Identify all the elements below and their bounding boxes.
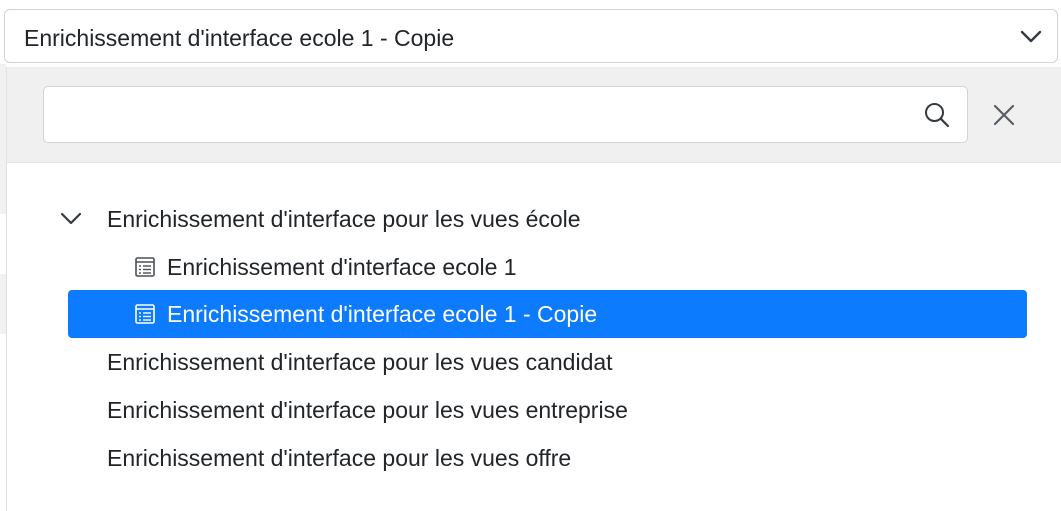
search-bar [7,67,1061,163]
tree-select-trigger[interactable]: Enrichissement d'interface ecole 1 - Cop… [4,9,1058,63]
search-icon[interactable] [923,101,951,129]
document-list-icon [135,304,155,324]
close-icon[interactable] [989,100,1019,130]
selected-value: Enrichissement d'interface ecole 1 - Cop… [24,25,455,51]
tree-group-label: Enrichissement d'interface pour les vues… [107,349,613,375]
tree-group-label: Enrichissement d'interface pour les vues… [107,445,572,471]
tree-group-ecole[interactable]: Enrichissement d'interface pour les vues… [7,195,1061,243]
search-input[interactable] [43,86,968,143]
tree-dropdown-panel: Enrichissement d'interface pour les vues… [6,67,1061,511]
tree-item-ecole-1-copie[interactable]: Enrichissement d'interface ecole 1 - Cop… [7,290,1061,338]
page: Enrichissement d'interface ecole 1 - Cop… [0,0,1061,511]
chevron-down-icon[interactable] [59,207,83,231]
tree-item-ecole-1[interactable]: Enrichissement d'interface ecole 1 [7,243,1061,291]
document-list-icon [135,257,155,277]
tree-item-label: Enrichissement d'interface ecole 1 - Cop… [167,301,598,327]
tree-group-candidat[interactable]: Enrichissement d'interface pour les vues… [7,338,1061,386]
tree-group-label: Enrichissement d'interface pour les vues… [107,206,581,232]
tree-group-offre[interactable]: Enrichissement d'interface pour les vues… [7,434,1061,482]
tree-group-label: Enrichissement d'interface pour les vues… [107,397,628,423]
tree-group-entreprise[interactable]: Enrichissement d'interface pour les vues… [7,386,1061,434]
tree-item-label: Enrichissement d'interface ecole 1 [167,254,517,280]
chevron-down-icon[interactable] [1019,25,1043,49]
